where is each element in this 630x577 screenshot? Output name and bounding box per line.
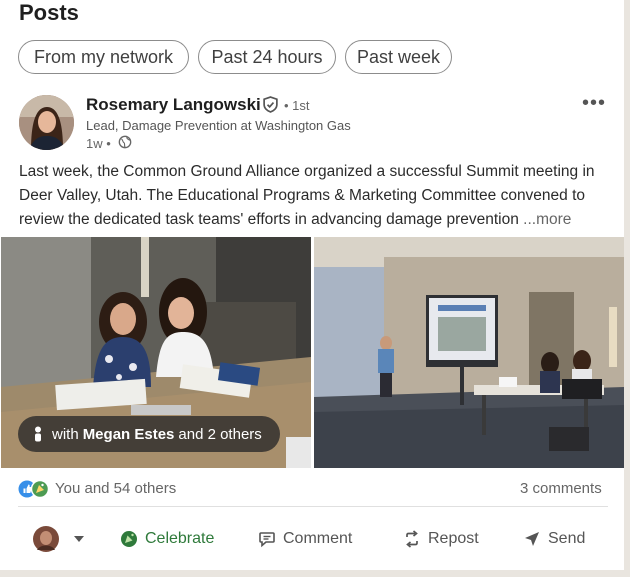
- tag-prefix: with: [52, 425, 79, 443]
- page-edge: [624, 0, 630, 577]
- author-avatar[interactable]: [19, 95, 74, 150]
- reaction-identity-selector[interactable]: [33, 526, 93, 552]
- repost-icon: [406, 530, 418, 548]
- celebrate-icon: [121, 531, 137, 547]
- send-label: Send: [548, 530, 586, 547]
- person-icon: [35, 426, 41, 442]
- connection-degree: • 1st: [284, 98, 310, 113]
- post-body: Last week, the Common Ground Alliance or…: [19, 163, 595, 228]
- page-edge-bottom: [0, 570, 630, 577]
- reaction-count[interactable]: You and 54 others: [55, 480, 176, 497]
- reaction-icons[interactable]: [18, 479, 50, 499]
- comment-button[interactable]: Comment: [258, 526, 352, 552]
- tagged-person-name: Megan Estes: [82, 425, 175, 443]
- page-title: Posts: [19, 0, 79, 25]
- comment-icon: [259, 532, 275, 548]
- author-name[interactable]: Rosemary Langowski: [86, 95, 261, 115]
- post-time: 1w •: [86, 136, 111, 151]
- filter-past-24-hours[interactable]: Past 24 hours: [198, 40, 336, 74]
- more-dots-icon[interactable]: •••: [582, 92, 606, 115]
- comment-count[interactable]: 3 comments: [520, 480, 602, 497]
- post-photo-2[interactable]: [314, 237, 624, 468]
- send-icon: [525, 532, 539, 546]
- comment-label: Comment: [283, 530, 353, 547]
- celebrate-label: Celebrate: [145, 530, 215, 547]
- celebrate-reaction-icon: [30, 479, 50, 499]
- filter-from-my-network[interactable]: From my network: [18, 40, 189, 74]
- see-more-link[interactable]: ...more: [523, 211, 571, 228]
- posts-page: Posts From my network Past 24 hours Past…: [0, 0, 630, 577]
- repost-label: Repost: [428, 530, 479, 547]
- repost-button[interactable]: Repost: [403, 526, 479, 552]
- divider: [18, 506, 608, 507]
- verified-shield-icon: [263, 96, 278, 113]
- celebrate-button[interactable]: Celebrate: [120, 526, 214, 552]
- tagged-people-chip[interactable]: with Megan Estes and 2 others: [18, 416, 280, 452]
- post-text: Last week, the Common Ground Alliance or…: [19, 160, 609, 232]
- tag-suffix: and 2 others: [178, 425, 262, 443]
- send-button[interactable]: Send: [523, 526, 585, 552]
- globe-icon: [118, 135, 132, 149]
- author-headline: Lead, Damage Prevention at Washington Ga…: [86, 118, 351, 133]
- user-avatar: [33, 526, 59, 552]
- filter-past-week[interactable]: Past week: [345, 40, 452, 74]
- chevron-down-icon: [74, 536, 84, 542]
